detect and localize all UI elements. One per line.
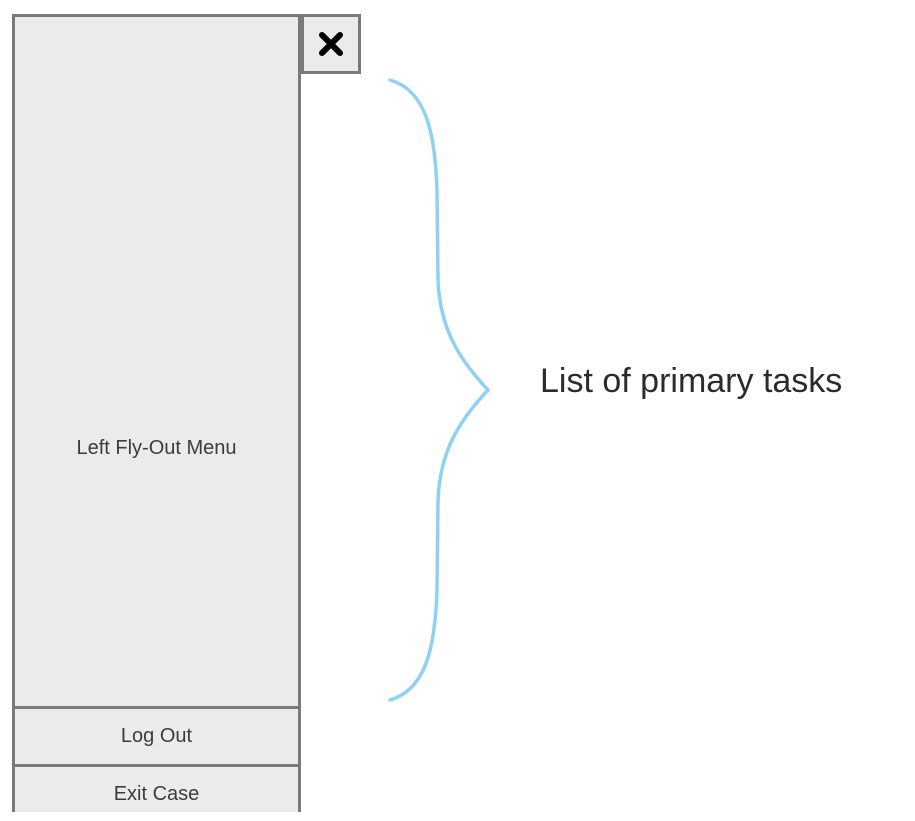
menu-title: Left Fly-Out Menu — [76, 436, 237, 459]
log-out-button[interactable]: Log Out — [15, 706, 298, 763]
close-icon — [319, 32, 343, 56]
annotation-label: List of primary tasks — [540, 362, 843, 400]
curly-brace-icon — [388, 78, 490, 702]
left-flyout-menu: Left Fly-Out Menu Log Out Exit Case — [12, 14, 301, 812]
brace-path — [388, 78, 490, 702]
menu-body: Left Fly-Out Menu — [15, 17, 298, 709]
close-button[interactable] — [301, 14, 361, 74]
exit-case-button[interactable]: Exit Case — [15, 764, 298, 821]
